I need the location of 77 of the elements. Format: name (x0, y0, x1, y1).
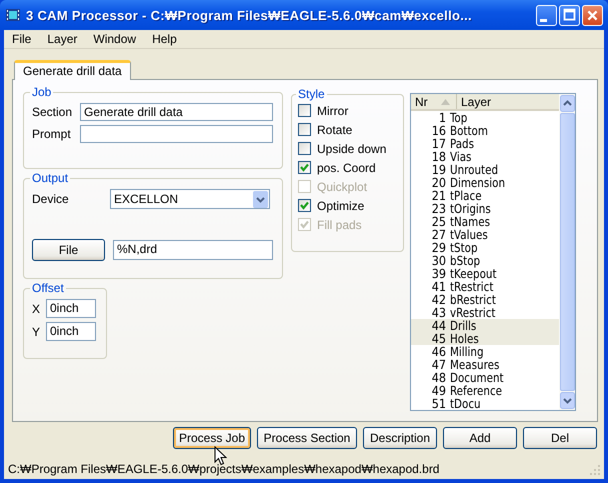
checkbox-label: Optimize (317, 198, 364, 212)
menu-item[interactable]: Help (148, 32, 185, 46)
list-row[interactable]: 49 Reference (411, 384, 559, 397)
checkbox-label: Rotate (317, 122, 352, 136)
action-button[interactable]: Del (523, 427, 597, 449)
group-title: Offset (31, 281, 65, 295)
list-row[interactable]: 39 tKeepout (411, 267, 559, 280)
menu-item[interactable]: Window (89, 32, 144, 46)
minimize-button[interactable] (536, 4, 557, 26)
list-row[interactable]: 21 tPlace (411, 189, 559, 202)
list-row[interactable]: 27 tValues (411, 228, 559, 241)
scroll-down-icon (560, 392, 574, 409)
menu-item[interactable]: Layer (43, 32, 86, 46)
field-label: Section (32, 105, 74, 119)
list-row[interactable]: 19 Unrouted (411, 163, 559, 176)
column-header[interactable]: Layer (457, 94, 559, 109)
checkbox[interactable] (298, 161, 311, 174)
list-row[interactable]: 46 Milling (411, 345, 559, 358)
column-header[interactable]: Nr (411, 94, 457, 109)
list-row[interactable]: 29 tStop (411, 241, 559, 254)
menu-item[interactable]: File (8, 32, 40, 46)
resize-grip-icon (589, 464, 601, 476)
file-button[interactable]: File (32, 239, 105, 261)
list-row[interactable]: 23 tOrigins (411, 202, 559, 215)
checkbox[interactable] (298, 142, 311, 155)
window-title: 3 CAM Processor - C:₩Program Files₩EAGLE-5.6.0₩cam₩excello... (26, 8, 473, 22)
list-row[interactable]: 42 bRestrict (411, 293, 559, 306)
list-row[interactable]: 44 Drills (411, 319, 559, 332)
maximize-button[interactable] (559, 4, 580, 26)
device-dropdown[interactable]: EXCELLON (110, 189, 270, 209)
input-field[interactable]: %N,drd (113, 240, 273, 260)
list-row[interactable]: 47 Measures (411, 358, 559, 371)
checkbox[interactable] (298, 123, 311, 136)
scroll-up-icon (560, 95, 574, 112)
field-label: X (32, 302, 42, 316)
sort-ascending-icon (441, 98, 450, 104)
tab[interactable]: Generate drill data (14, 60, 131, 80)
group-title: Job (31, 85, 52, 99)
list-row[interactable]: 48 Document (411, 371, 559, 384)
checkbox-label: Mirror (317, 104, 348, 118)
checkbox-label: Upside down (317, 142, 386, 156)
list-row[interactable]: 20 Dimension (411, 176, 559, 189)
list-row[interactable]: 30 bStop (411, 254, 559, 267)
close-button[interactable] (582, 4, 603, 26)
input-field[interactable]: 0inch (46, 322, 96, 341)
film-icon (5, 7, 21, 23)
input-field[interactable]: 0inch (46, 299, 96, 318)
list-row[interactable]: 43 vRestrict (411, 306, 559, 319)
checkbox-label: Fill pads (317, 218, 362, 232)
action-button[interactable]: Add (443, 427, 517, 449)
checkbox[interactable] (298, 199, 311, 212)
list-row[interactable]: 18 Vias (411, 150, 559, 163)
action-button[interactable]: Process Section (257, 427, 357, 449)
checkbox[interactable] (298, 104, 311, 117)
field-label: Y (32, 324, 42, 338)
list-row[interactable]: 17 Pads (411, 137, 559, 150)
list-row[interactable]: 16 Bottom (411, 124, 559, 137)
checkbox-label: pos. Coord (317, 160, 376, 174)
status-text: C:₩Program Files₩EAGLE-5.6.0₩projects₩examples₩hexapod₩hexapod.brd (8, 462, 440, 476)
mouse-cursor-icon (214, 446, 227, 466)
checkbox-label: Quickplot (317, 180, 368, 194)
list-row[interactable]: 41 tRestrict (411, 280, 559, 293)
action-button[interactable]: Process Job (173, 427, 251, 449)
list-row[interactable]: 1 Top (411, 111, 559, 124)
group-title: Style (297, 87, 326, 101)
field-label: Prompt (32, 127, 72, 141)
scrollbar[interactable] (559, 94, 575, 410)
group-title: Output (31, 171, 70, 185)
minimize-icon (540, 18, 547, 22)
list-row[interactable]: 51 tDocu (411, 397, 559, 410)
input-field[interactable] (80, 125, 273, 143)
list-row[interactable]: 45 Holes (411, 332, 559, 345)
list-row[interactable]: 25 tNames (411, 215, 559, 228)
input-field[interactable]: Generate drill data (80, 103, 273, 121)
action-button[interactable]: Description (363, 427, 437, 449)
field-label: Device (32, 192, 70, 206)
scroll-thumb[interactable] (560, 113, 574, 391)
